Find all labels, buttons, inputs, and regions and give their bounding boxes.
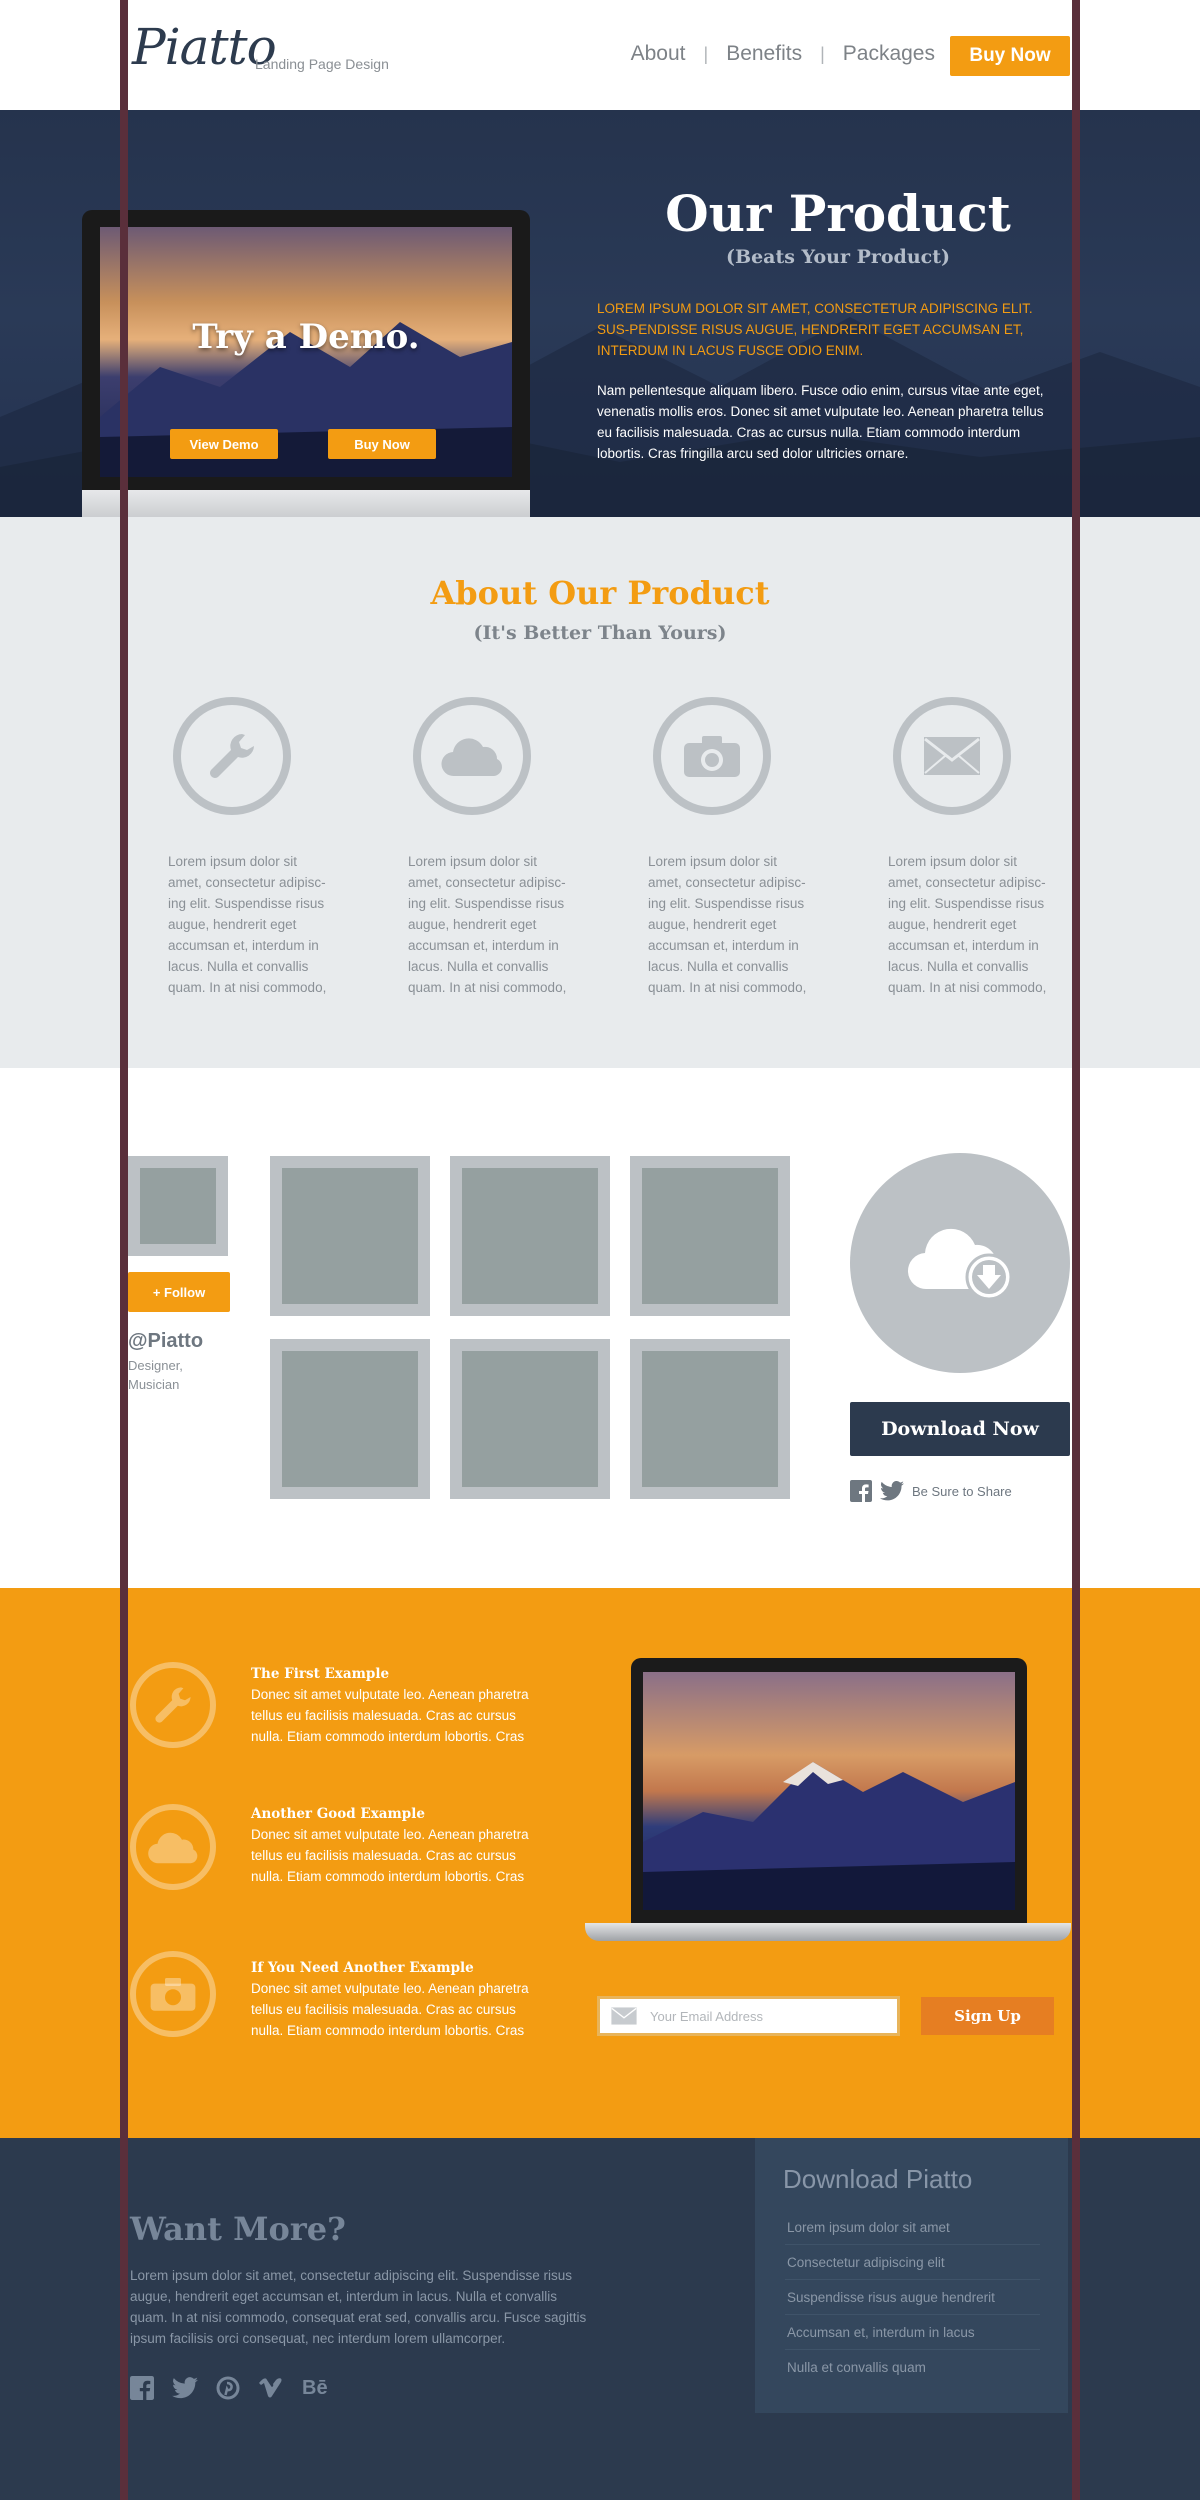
email-field[interactable]: Your Email Address: [597, 1996, 900, 2036]
example-title: Another Good Example: [251, 1806, 425, 1822]
download-link[interactable]: Accumsan et, interdum in lacus: [785, 2315, 1040, 2350]
gallery-thumbnail[interactable]: [450, 1156, 610, 1316]
download-now-button[interactable]: Download Now: [850, 1402, 1070, 1456]
feature-item: Lorem ipsum dolor sit amet, consectetur …: [648, 697, 813, 998]
gallery-thumbnail[interactable]: [450, 1339, 610, 1499]
download-link[interactable]: Lorem ipsum dolor sit amet: [785, 2210, 1040, 2245]
demo-buy-now-button[interactable]: Buy Now: [328, 429, 436, 459]
buy-now-button[interactable]: Buy Now: [950, 36, 1070, 76]
cloud-download-icon[interactable]: [850, 1153, 1070, 1373]
download-link[interactable]: Suspendisse risus augue hendrerit: [785, 2280, 1040, 2315]
share-label: Be Sure to Share: [912, 1483, 1012, 1499]
avatar: [128, 1156, 228, 1256]
envelope-icon: [893, 697, 1011, 815]
tagline: Landing Page Design: [255, 56, 389, 72]
example-text: Donec sit amet vulputate leo. Aenean pha…: [251, 1981, 529, 2038]
feature-item: Lorem ipsum dolor sit amet, consectetur …: [888, 697, 1053, 998]
nav-packages[interactable]: Packages: [843, 42, 935, 66]
example-text: Donec sit amet vulputate leo. Aenean pha…: [251, 1827, 529, 1884]
wrench-icon: [130, 1662, 216, 1748]
download-panel: Download Piatto Lorem ipsum dolor sit am…: [755, 2138, 1068, 2413]
example-title: If You Need Another Example: [251, 1960, 474, 1976]
cloud-icon: [413, 697, 531, 815]
gallery-thumbnail[interactable]: [270, 1339, 430, 1499]
feature-text: Lorem ipsum dolor sit amet, consectetur …: [408, 854, 567, 995]
guide-line: [120, 0, 128, 2500]
vimeo-icon[interactable]: [258, 2376, 284, 2400]
email-placeholder: Your Email Address: [650, 2008, 763, 2024]
profile-handle[interactable]: @Piatto: [128, 1330, 203, 1353]
download-links: Lorem ipsum dolor sit amet Consectetur a…: [785, 2210, 1040, 2385]
mountain-photo: [643, 1762, 1015, 1910]
example-text: Donec sit amet vulputate leo. Aenean pha…: [251, 1687, 529, 1744]
main-nav: About | Benefits | Packages: [631, 42, 935, 66]
view-demo-button[interactable]: View Demo: [170, 429, 278, 459]
laptop-base: [585, 1923, 1071, 1941]
twitter-icon[interactable]: [172, 2376, 198, 2400]
nav-about[interactable]: About: [631, 42, 686, 66]
camera-icon: [130, 1951, 216, 2037]
profile-role: Designer, Musician: [128, 1356, 183, 1394]
hero-body-text: Nam pellentesque aliquam libero. Fusce o…: [597, 383, 1044, 461]
site-footer: Want More? Lorem ipsum dolor sit amet, c…: [0, 2138, 1200, 2500]
nav-benefits[interactable]: Benefits: [726, 42, 802, 66]
gallery-section: + Follow @Piatto Designer, Musician Down…: [0, 1068, 1200, 1588]
camera-icon: [653, 697, 771, 815]
cloud-icon: [130, 1804, 216, 1890]
sign-up-button[interactable]: Sign Up: [921, 1997, 1054, 2035]
demo-title: Try a Demo.: [192, 317, 420, 357]
about-section: About Our Product (It's Better Than Your…: [0, 517, 1200, 1068]
gallery-thumbnail[interactable]: [630, 1339, 790, 1499]
hero-lead-text: LOREM IPSUM DOLOR SIT AMET, CONSECTETUR …: [597, 301, 1033, 358]
monitor-screen: Try a Demo. View Demo Buy Now: [100, 227, 512, 477]
desktop-monitor: Try a Demo. View Demo Buy Now: [82, 210, 530, 517]
facebook-icon[interactable]: [130, 2376, 154, 2400]
download-link[interactable]: Nulla et convallis quam: [785, 2350, 1040, 2385]
nav-separator: |: [820, 43, 825, 64]
footer-title: Want More?: [130, 2210, 346, 2248]
laptop-lid: [631, 1658, 1027, 1923]
laptop-screen: [643, 1672, 1015, 1910]
feature-item: Lorem ipsum dolor sit amet, consectetur …: [408, 697, 573, 998]
share-row: Be Sure to Share: [850, 1480, 1012, 1502]
gallery-thumbnail[interactable]: [270, 1156, 430, 1316]
footer-text: Lorem ipsum dolor sit amet, consectetur …: [130, 2268, 587, 2346]
laptop-mockup: [585, 1658, 1071, 1948]
feature-text: Lorem ipsum dolor sit amet, consectetur …: [168, 854, 327, 995]
footer-social-icons: Bē: [130, 2376, 328, 2400]
examples-section: The First Example Donec sit amet vulputa…: [0, 1588, 1200, 2138]
download-panel-title: Download Piatto: [783, 2164, 973, 2194]
follow-button[interactable]: + Follow: [128, 1272, 230, 1312]
guide-line: [1072, 0, 1080, 2500]
hero-subtitle: (Beats Your Product): [726, 246, 950, 268]
about-title: About Our Product: [430, 574, 770, 612]
nav-separator: |: [703, 43, 709, 64]
monitor-chin: [82, 490, 530, 517]
hero-title: Our Product: [665, 184, 1011, 243]
profile-role-line: Designer,: [128, 1358, 183, 1373]
feature-text: Lorem ipsum dolor sit amet, consectetur …: [648, 854, 807, 995]
hero-section: Try a Demo. View Demo Buy Now Our Produc…: [0, 110, 1200, 517]
facebook-icon[interactable]: [850, 1480, 872, 1502]
gallery-thumbnail[interactable]: [630, 1156, 790, 1316]
site-header: Piatto Landing Page Design About | Benef…: [0, 0, 1200, 110]
pinterest-icon[interactable]: [216, 2376, 240, 2400]
profile-role-line: Musician: [128, 1377, 180, 1392]
wrench-icon: [173, 697, 291, 815]
feature-text: Lorem ipsum dolor sit amet, consectetur …: [888, 854, 1047, 995]
feature-item: Lorem ipsum dolor sit amet, consectetur …: [168, 697, 333, 998]
behance-icon[interactable]: Bē: [302, 2376, 328, 2400]
envelope-icon: [610, 2007, 638, 2025]
example-title: The First Example: [251, 1666, 390, 1682]
download-link[interactable]: Consectetur adipiscing elit: [785, 2245, 1040, 2280]
twitter-icon[interactable]: [880, 1481, 904, 1501]
about-subtitle: (It's Better Than Yours): [473, 622, 727, 644]
